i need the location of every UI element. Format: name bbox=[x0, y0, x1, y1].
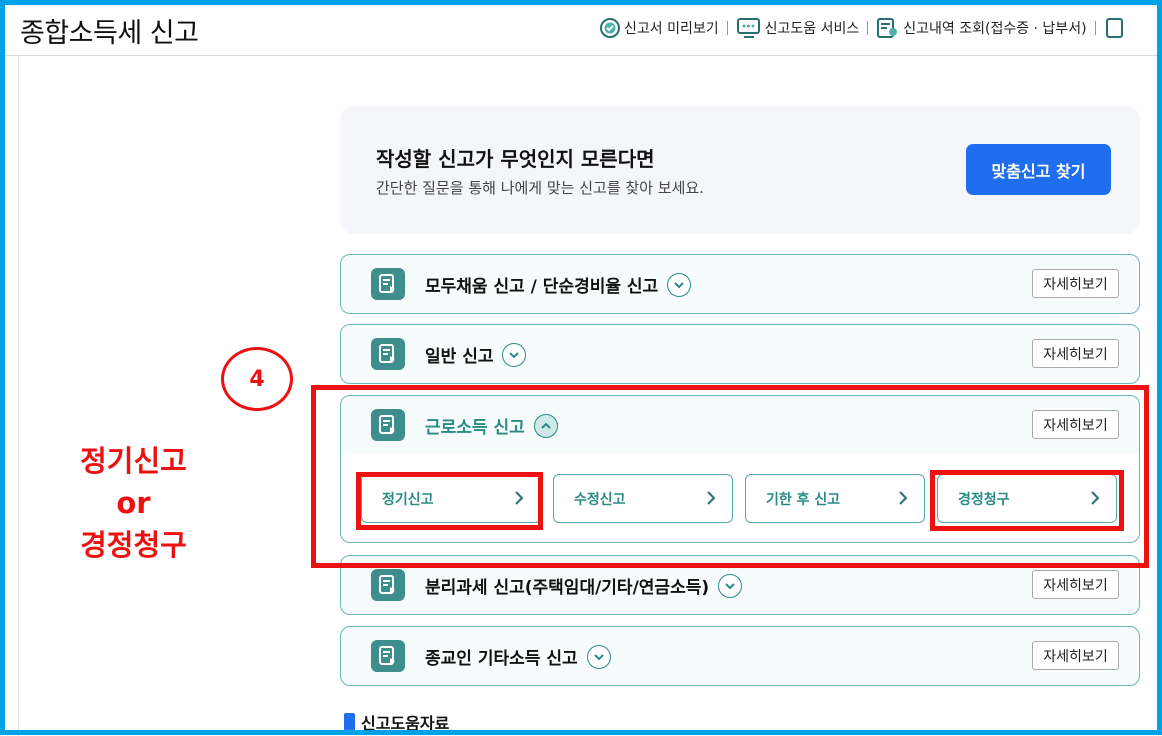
chevron-down-icon[interactable] bbox=[718, 573, 743, 598]
accordion-simple-report: 모두채움 신고 / 단순경비율 신고 자세히보기 bbox=[340, 254, 1140, 314]
divider bbox=[726, 21, 728, 35]
accordion-title: 분리과세 신고(주택임대/기타/연금소득) bbox=[425, 573, 743, 598]
report-doc-icon bbox=[371, 640, 405, 672]
accordion-title-text: 종교인 기타소득 신고 bbox=[425, 649, 578, 669]
more-link[interactable] bbox=[1104, 17, 1129, 39]
accordion-general-report: 일반 신고 자세히보기 bbox=[340, 324, 1140, 384]
accordion-header[interactable]: 모두채움 신고 / 단순경비율 신고 자세히보기 bbox=[341, 255, 1139, 313]
annotation-highlight-regular bbox=[356, 472, 543, 530]
accordion-title-text: 모두채움 신고 / 단순경비율 신고 bbox=[425, 277, 659, 297]
history-link[interactable]: 신고내역 조회(접수증 · 납부서) bbox=[876, 17, 1087, 39]
accordion-religious-income-report: 종교인 기타소득 신고 자세히보기 bbox=[340, 626, 1140, 686]
preview-check-icon bbox=[600, 18, 620, 38]
help-docs-heading: 신고도움자료 bbox=[344, 710, 449, 734]
divider bbox=[1094, 21, 1096, 35]
annotation-step-circle: 4 bbox=[221, 347, 293, 411]
details-button[interactable]: 자세히보기 bbox=[1032, 269, 1119, 298]
bookmark-icon bbox=[344, 713, 355, 731]
chevron-down-icon[interactable] bbox=[586, 644, 611, 669]
monitor-help-icon bbox=[736, 18, 760, 38]
help-service-link[interactable]: 신고도움 서비스 bbox=[736, 17, 860, 39]
chevron-down-icon[interactable] bbox=[667, 272, 692, 297]
annotation-line: 정기신고 bbox=[80, 444, 187, 478]
details-button[interactable]: 자세히보기 bbox=[1032, 641, 1119, 670]
custom-report-banner: 작성할 신고가 무엇인지 모른다면 간단한 질문을 통해 나에게 맞는 신고를 … bbox=[340, 106, 1140, 234]
report-doc-icon bbox=[371, 569, 405, 601]
page-title: 종합소득세 신고 bbox=[20, 18, 199, 49]
preview-link-label: 신고서 미리보기 bbox=[624, 21, 719, 37]
report-doc-icon bbox=[371, 338, 405, 370]
top-links: 신고서 미리보기 신고도움 서비스 신고내역 조회(접수증 · 납부서) bbox=[599, 17, 1129, 39]
document-icon bbox=[1105, 18, 1123, 38]
report-doc-icon bbox=[371, 268, 405, 300]
details-button[interactable]: 자세히보기 bbox=[1032, 570, 1119, 599]
annotation-highlight-correction bbox=[930, 470, 1124, 531]
annotation-line: or bbox=[116, 486, 151, 520]
details-button[interactable]: 자세히보기 bbox=[1032, 339, 1119, 368]
help-docs-label: 신고도움자료 bbox=[361, 714, 450, 733]
banner-title: 작성할 신고가 무엇인지 모른다면 bbox=[376, 147, 655, 171]
help-service-link-label: 신고도움 서비스 bbox=[764, 21, 860, 37]
divider bbox=[867, 21, 869, 35]
chevron-down-icon[interactable] bbox=[502, 342, 527, 367]
annotation-line: 경정청구 bbox=[80, 528, 187, 562]
document-search-icon bbox=[877, 18, 898, 38]
find-custom-report-button[interactable]: 맞춤신고 찾기 bbox=[966, 144, 1111, 195]
accordion-title: 종교인 기타소득 신고 bbox=[425, 644, 611, 669]
accordion-header[interactable]: 종교인 기타소득 신고 자세히보기 bbox=[341, 627, 1139, 685]
accordion-title: 일반 신고 bbox=[425, 342, 527, 367]
page-header: 종합소득세 신고 신고서 미리보기 신고도움 서비스 신고내역 조회(접수증 ·… bbox=[5, 5, 1157, 56]
accordion-header[interactable]: 일반 신고 자세히보기 bbox=[341, 325, 1139, 383]
left-divider bbox=[18, 56, 19, 736]
accordion-title-text: 일반 신고 bbox=[425, 347, 494, 367]
accordion-title: 모두채움 신고 / 단순경비율 신고 bbox=[425, 272, 692, 297]
annotation-note: 정기신고 or 경정청구 bbox=[56, 440, 211, 566]
history-link-label: 신고내역 조회(접수증 · 납부서) bbox=[903, 21, 1087, 37]
preview-link[interactable]: 신고서 미리보기 bbox=[599, 17, 719, 39]
accordion-title-text: 분리과세 신고(주택임대/기타/연금소득) bbox=[425, 578, 710, 598]
banner-subtitle: 간단한 질문을 통해 나에게 맞는 신고를 찾아 보세요. bbox=[376, 179, 704, 197]
